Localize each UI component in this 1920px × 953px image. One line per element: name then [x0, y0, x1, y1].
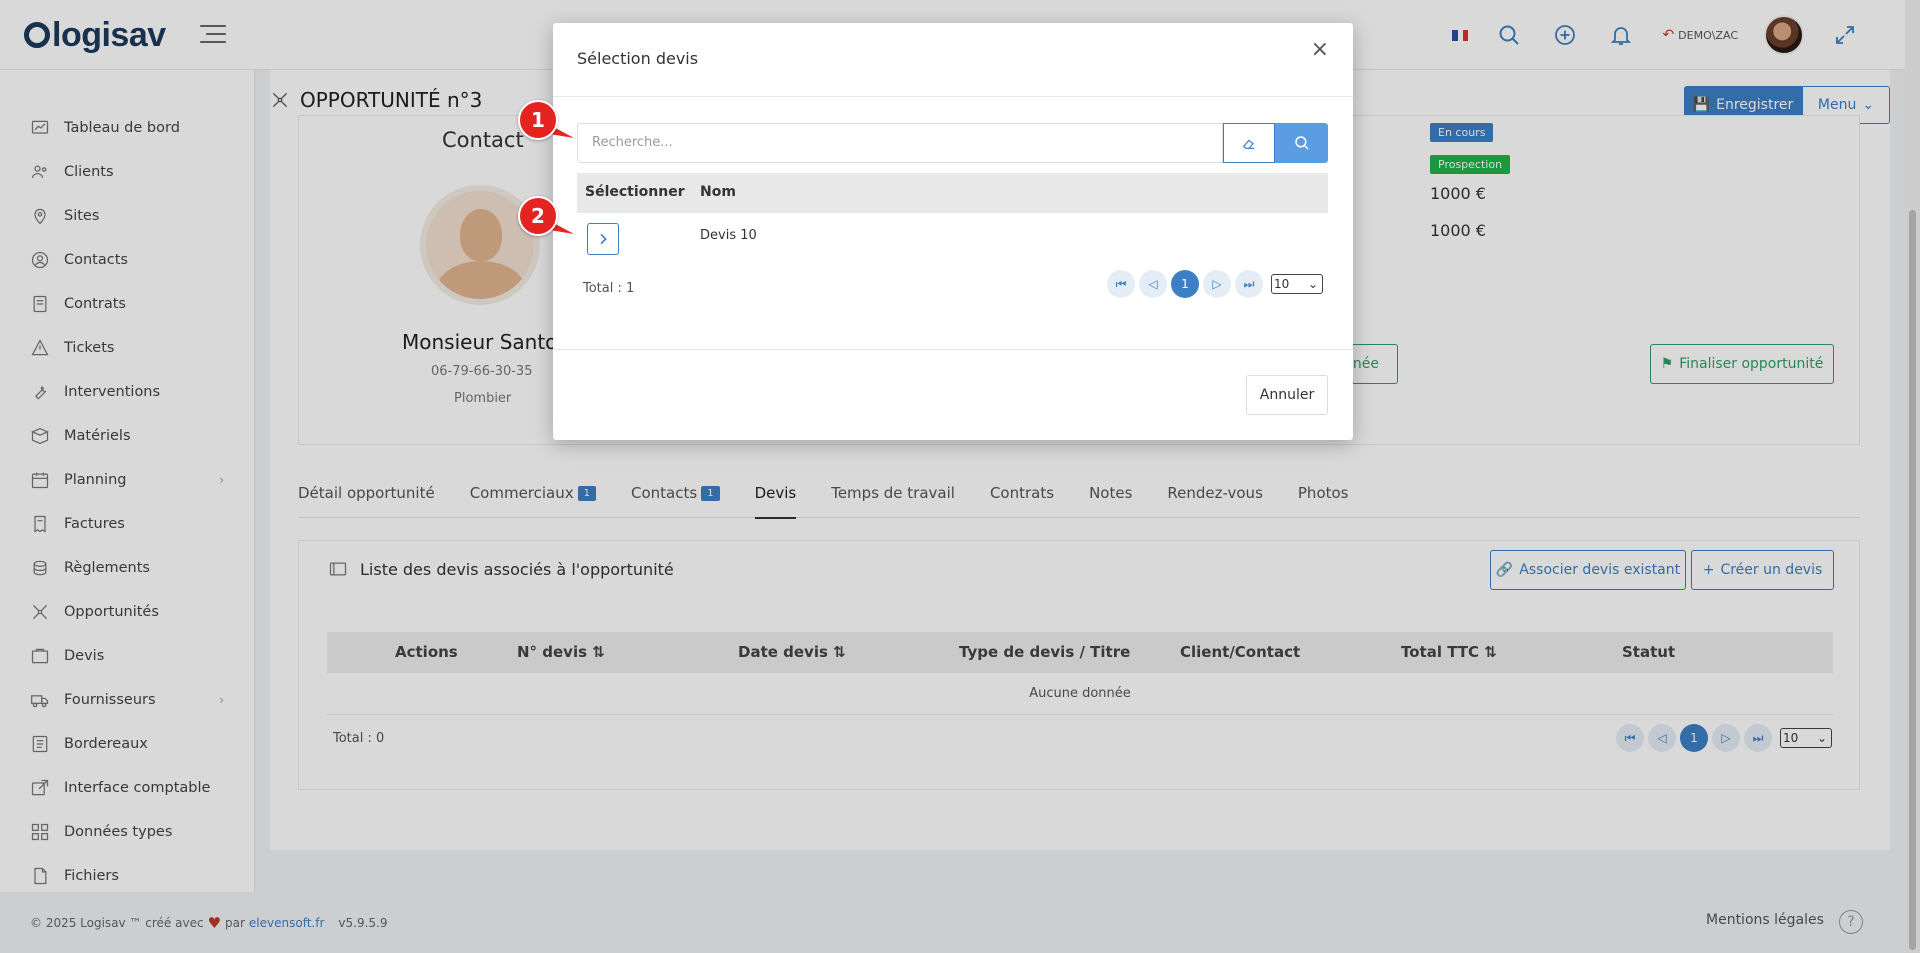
modal-divider — [553, 96, 1353, 97]
modal-divider — [553, 349, 1353, 350]
search-icon — [1294, 136, 1309, 150]
col-name: Nom — [700, 184, 736, 200]
modal-pager: ⏮ ◁ 1 ▷ ⏭ 10 ⌄ — [1107, 270, 1323, 298]
modal-table-header: Sélectionner Nom — [577, 173, 1328, 213]
eraser-icon — [1242, 139, 1255, 149]
col-select: Sélectionner — [585, 184, 685, 200]
quote-name: Devis 10 — [700, 228, 757, 243]
chevron-down-icon: ⌄ — [1307, 277, 1318, 291]
first-page-icon[interactable]: ⏮ — [1107, 270, 1135, 298]
page-size-value: 10 — [1274, 277, 1290, 291]
modal-title: Sélection devis — [577, 49, 699, 68]
step-marker-1: 1 — [518, 100, 574, 140]
next-page-icon[interactable]: ▷ — [1203, 270, 1231, 298]
close-icon[interactable]: × — [1311, 37, 1329, 62]
page-size-select[interactable]: 10 ⌄ — [1271, 274, 1323, 294]
modal-total: Total : 1 — [583, 281, 635, 296]
search-input[interactable]: Recherche... — [577, 123, 1223, 163]
step-marker-number: 2 — [518, 196, 558, 236]
chevron-right-icon — [600, 233, 607, 245]
prev-page-icon[interactable]: ◁ — [1139, 270, 1167, 298]
select-quote-button[interactable] — [587, 223, 619, 255]
step-marker-2: 2 — [518, 196, 574, 236]
search-button[interactable] — [1275, 123, 1328, 163]
step-marker-number: 1 — [518, 100, 558, 140]
last-page-icon[interactable]: ⏭ — [1235, 270, 1263, 298]
cancel-button[interactable]: Annuler — [1246, 375, 1328, 415]
clear-search-button[interactable] — [1223, 123, 1275, 163]
page-number[interactable]: 1 — [1171, 270, 1199, 298]
quote-selection-modal: Sélection devis × Recherche... Sélection… — [553, 23, 1353, 440]
